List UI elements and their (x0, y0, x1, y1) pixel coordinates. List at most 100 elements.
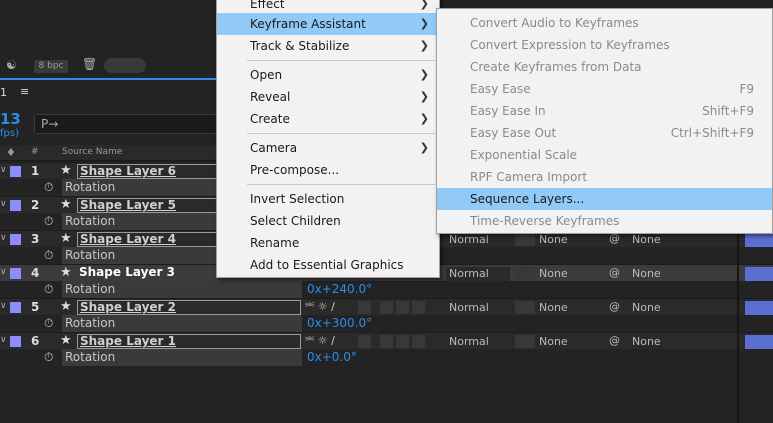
track-matte-select[interactable]: None (539, 301, 603, 315)
rotation-value[interactable]: 0x+300.0° (307, 316, 372, 330)
submenu-item-easy-ease-out[interactable]: Easy Ease Out Ctrl+Shift+F9 (437, 122, 772, 144)
switch-box[interactable] (412, 301, 425, 314)
layer-context-menu: Effect ❯ Keyframe Assistant ❯ Track & St… (216, 0, 440, 278)
toggle-pill[interactable] (104, 58, 146, 73)
blend-mode-select[interactable]: Normal (446, 335, 510, 349)
chevron-down-icon[interactable]: ∨ (0, 335, 7, 345)
preserve-transparency-toggle[interactable] (515, 335, 535, 348)
label-color-swatch[interactable] (10, 234, 21, 245)
layer-duration-bar[interactable] (745, 233, 773, 247)
chevron-down-icon[interactable]: ∨ (0, 267, 7, 277)
parent-select[interactable]: None (632, 267, 716, 281)
comp-tab-number[interactable]: 1 (0, 86, 7, 99)
motion-blur-icon[interactable]: ☯ (6, 58, 17, 72)
layer-name[interactable]: Shape Layer 2 (77, 300, 301, 315)
submenu-item-create-keyframes-data[interactable]: Create Keyframes from Data (437, 56, 772, 78)
rotation-value[interactable]: 0x+0.0° (307, 350, 357, 364)
submenu-item-time-reverse[interactable]: Time-Reverse Keyframes (437, 210, 772, 232)
submenu-item-label: RPF Camera Import (470, 170, 588, 184)
stopwatch-icon[interactable]: ⏱ (44, 248, 53, 263)
submenu-item-rpf-camera-import[interactable]: RPF Camera Import (437, 166, 772, 188)
label-color-swatch[interactable] (10, 302, 21, 313)
stopwatch-icon[interactable]: ⏱ (44, 282, 53, 297)
layer-name[interactable]: Shape Layer 1 (77, 334, 301, 349)
stopwatch-icon[interactable]: ⏱ (44, 350, 53, 365)
menu-item-label: Invert Selection (250, 192, 345, 206)
menu-item-camera[interactable]: Camera ❯ (217, 137, 439, 159)
menu-item-rename[interactable]: Rename (217, 232, 439, 254)
parent-select[interactable]: None (632, 301, 716, 315)
switch-box[interactable] (396, 335, 409, 348)
menu-item-add-essential-graphics[interactable]: Add to Essential Graphics (217, 254, 439, 276)
rotation-value[interactable]: 0x+240.0° (307, 282, 372, 296)
pick-whip-icon[interactable]: @ (609, 334, 620, 347)
trash-icon[interactable]: 🗑 (82, 57, 97, 71)
menu-item-track-stabilize[interactable]: Track & Stabilize ❯ (217, 35, 439, 57)
menu-item-create[interactable]: Create ❯ (217, 108, 439, 130)
layer-duration-bar[interactable] (745, 301, 773, 315)
submenu-item-label: Easy Ease In (470, 104, 546, 118)
chevron-down-icon[interactable]: ∨ (0, 199, 7, 209)
label-color-swatch[interactable] (10, 166, 21, 177)
blend-mode-select[interactable]: Normal (446, 233, 510, 247)
label-color-swatch[interactable] (10, 200, 21, 211)
timeline-divider[interactable] (737, 228, 739, 423)
label-tag-icon: ♦ (6, 146, 16, 159)
switch-box[interactable] (358, 335, 371, 348)
track-matte-select[interactable]: None (539, 335, 603, 349)
chevron-down-icon[interactable]: ∨ (0, 165, 7, 175)
menu-item-invert-selection[interactable]: Invert Selection (217, 188, 439, 210)
menu-item-keyframe-assistant[interactable]: Keyframe Assistant ❯ (217, 13, 439, 35)
layer-switches[interactable]: ⎃ ☼ ∕ (305, 300, 335, 314)
pick-whip-icon[interactable]: @ (609, 300, 620, 313)
layer-duration-bar[interactable] (745, 267, 773, 281)
preserve-transparency-toggle[interactable] (515, 301, 535, 314)
menu-item-reveal[interactable]: Reveal ❯ (217, 86, 439, 108)
track-matte-select[interactable]: None (539, 233, 603, 247)
switch-box[interactable] (380, 301, 393, 314)
label-color-swatch[interactable] (10, 268, 21, 279)
layer-switches[interactable]: ⎃ ☼ ∕ (305, 334, 335, 348)
submenu-item-convert-expression[interactable]: Convert Expression to Keyframes (437, 34, 772, 56)
layer-search-input[interactable]: P→ (34, 114, 224, 134)
submenu-item-sequence-layers[interactable]: Sequence Layers... (437, 188, 772, 210)
submenu-item-convert-audio[interactable]: Convert Audio to Keyframes (437, 12, 772, 34)
property-name[interactable]: Rotation (62, 315, 302, 332)
layer-number: 4 (31, 266, 40, 280)
blend-mode-select[interactable]: Normal (446, 301, 510, 315)
layer-row[interactable]: ∨ 5 ★ Shape Layer 2 ⎃ ☼ ∕ Normal None @ … (0, 298, 773, 315)
property-name[interactable]: Rotation (62, 281, 302, 298)
label-color-swatch[interactable] (10, 336, 21, 347)
switch-box[interactable] (412, 335, 425, 348)
bpc-button[interactable]: 8 bpc (34, 60, 68, 73)
menu-item-select-children[interactable]: Select Children (217, 210, 439, 232)
stopwatch-icon[interactable]: ⏱ (44, 214, 53, 229)
chevron-down-icon[interactable]: ∨ (0, 301, 7, 311)
submenu-item-label: Create Keyframes from Data (470, 60, 642, 74)
layer-row[interactable]: ∨ 6 ★ Shape Layer 1 ⎃ ☼ ∕ Normal None @ … (0, 332, 773, 349)
switch-box[interactable] (396, 301, 409, 314)
menu-item-pre-compose[interactable]: Pre-compose... (217, 159, 439, 181)
panel-menu-icon[interactable]: ≡ (20, 85, 29, 98)
preserve-transparency-toggle[interactable] (515, 233, 535, 246)
blend-mode-select[interactable]: Normal (446, 267, 510, 281)
pick-whip-icon[interactable]: @ (609, 266, 620, 279)
preserve-transparency-toggle[interactable] (515, 267, 535, 280)
stopwatch-icon[interactable]: ⏱ (44, 316, 53, 331)
stopwatch-icon[interactable]: ⏱ (44, 180, 53, 195)
layer-duration-bar[interactable] (745, 335, 773, 349)
menu-item-open[interactable]: Open ❯ (217, 64, 439, 86)
chevron-down-icon[interactable]: ∨ (0, 233, 7, 243)
property-name[interactable]: Rotation (62, 349, 302, 366)
submenu-item-easy-ease[interactable]: Easy Ease F9 (437, 78, 772, 100)
switch-box[interactable] (380, 335, 393, 348)
parent-select[interactable]: None (632, 233, 716, 247)
track-matte-select[interactable]: None (539, 267, 603, 281)
submenu-item-easy-ease-in[interactable]: Easy Ease In Shift+F9 (437, 100, 772, 122)
col-source-name[interactable]: Source Name (62, 147, 122, 157)
switch-box[interactable] (358, 301, 371, 314)
submenu-item-exponential-scale[interactable]: Exponential Scale (437, 144, 772, 166)
chevron-right-icon: ❯ (419, 17, 429, 30)
parent-select[interactable]: None (632, 335, 716, 349)
current-time[interactable]: 13 (0, 110, 21, 128)
